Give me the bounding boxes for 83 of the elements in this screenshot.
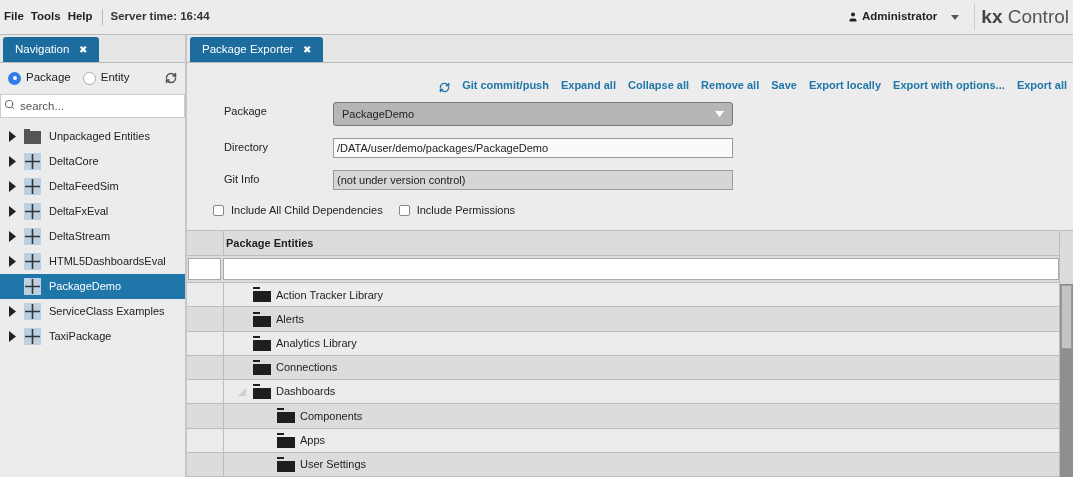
checkbox[interactable] xyxy=(213,204,224,216)
filter-field[interactable] xyxy=(223,258,1059,281)
field-label: Directory xyxy=(224,140,269,155)
search-icon xyxy=(4,99,15,110)
menu-item[interactable]: Tools xyxy=(30,8,61,26)
entity-name[interactable]: User Settings xyxy=(300,456,367,473)
package-icon xyxy=(24,278,41,295)
expand-triangle-icon[interactable] xyxy=(9,131,16,142)
field-label: Git Info xyxy=(224,172,261,187)
action-link[interactable]: Save xyxy=(771,76,797,93)
entity-name[interactable]: Dashboards xyxy=(276,383,336,400)
package-icon xyxy=(24,153,41,170)
navigation-item[interactable]: DeltaStream xyxy=(0,224,185,249)
folder-icon xyxy=(24,129,41,144)
navigation-item[interactable]: DeltaFxEval xyxy=(0,199,185,224)
scrollbar[interactable] xyxy=(1060,284,1073,477)
refresh-icon[interactable] xyxy=(439,82,451,93)
navigation-item[interactable]: Unpackaged Entities xyxy=(0,124,185,149)
navigation-item[interactable]: HTML5DashboardsEval xyxy=(0,249,185,274)
entity-name[interactable]: Connections xyxy=(276,359,338,376)
entity-name[interactable]: Components xyxy=(300,407,363,425)
action-link[interactable]: Export all xyxy=(1016,76,1067,93)
expand-triangle-icon[interactable] xyxy=(9,181,16,192)
menu-item[interactable]: Help xyxy=(67,8,93,26)
navigation-item[interactable]: DeltaCore xyxy=(0,149,185,174)
folder-icon xyxy=(253,311,271,327)
checkbox-label: Include All Child Dependencies xyxy=(231,202,383,218)
field-label: Package xyxy=(224,104,268,119)
folder-icon xyxy=(253,359,271,375)
entity-name[interactable]: Alerts xyxy=(276,310,305,328)
logo: kx Control xyxy=(981,4,1069,29)
checkbox[interactable] xyxy=(398,204,410,216)
expand-triangle-icon[interactable] xyxy=(9,206,16,217)
directory-field[interactable]: /DATA/user/demo/packages/PackageDemo xyxy=(333,138,733,158)
mode-radio[interactable]: Package xyxy=(8,69,71,87)
folder-icon xyxy=(277,456,295,472)
search-field[interactable]: search... xyxy=(0,94,185,118)
expand-triangle-icon[interactable] xyxy=(9,231,16,242)
navigation-item[interactable]: PackageDemo xyxy=(0,274,185,299)
expand-triangle-icon[interactable] xyxy=(9,331,16,342)
package-icon xyxy=(24,178,41,195)
panel-tab[interactable]: Navigation ✖ xyxy=(3,37,100,62)
package-icon xyxy=(24,303,41,320)
panel-tab[interactable]: Package Exporter ✖ xyxy=(190,37,324,62)
folder-icon xyxy=(253,287,271,303)
user-icon xyxy=(846,11,859,23)
mode-radio[interactable]: Entity xyxy=(82,69,130,87)
entity-name[interactable]: Action Tracker Library xyxy=(276,286,383,304)
folder-icon xyxy=(277,432,295,448)
filter-field[interactable] xyxy=(188,258,221,281)
package-select[interactable]: PackageDemo xyxy=(333,102,733,126)
navigation-item[interactable]: DeltaFeedSim xyxy=(0,174,185,199)
action-link[interactable]: Remove all xyxy=(701,76,760,93)
server-time: Server time: 16:44 xyxy=(110,9,210,25)
close-icon[interactable]: ✖ xyxy=(79,42,88,57)
entity-name[interactable]: Analytics Library xyxy=(276,335,357,352)
package-icon xyxy=(24,203,41,220)
entity-name[interactable]: Apps xyxy=(300,431,326,449)
navigation-item[interactable]: ServiceClass Examples xyxy=(0,299,185,324)
package-icon xyxy=(24,228,41,245)
package-icon xyxy=(24,253,41,270)
user-menu[interactable]: Administrator xyxy=(861,8,938,26)
refresh-icon[interactable] xyxy=(165,72,177,84)
expand-triangle-icon[interactable] xyxy=(9,156,16,167)
action-link[interactable]: Collapse all xyxy=(627,76,690,93)
expand-triangle-icon[interactable] xyxy=(9,306,16,317)
git-info-field: (not under version control) xyxy=(333,170,733,190)
close-icon[interactable]: ✖ xyxy=(303,42,312,57)
caret-icon[interactable] xyxy=(951,14,960,20)
folder-icon xyxy=(253,335,271,351)
action-link[interactable]: Export with options... xyxy=(893,76,1005,93)
expand-triangle-icon[interactable] xyxy=(9,256,16,267)
folder-icon xyxy=(277,408,295,424)
package-icon xyxy=(24,328,41,345)
navigation-item[interactable]: TaxiPackage xyxy=(0,324,185,349)
column-header[interactable]: Package Entities xyxy=(224,231,316,256)
menu-item[interactable]: File xyxy=(4,8,24,26)
dropdown-caret-icon xyxy=(715,111,724,117)
action-link[interactable]: Expand all xyxy=(560,76,616,93)
folder-icon xyxy=(253,384,271,400)
action-link[interactable]: Export locally xyxy=(808,76,882,93)
action-link[interactable]: Git commit/push xyxy=(462,76,549,93)
checkbox-label: Include Permissions xyxy=(416,202,516,218)
